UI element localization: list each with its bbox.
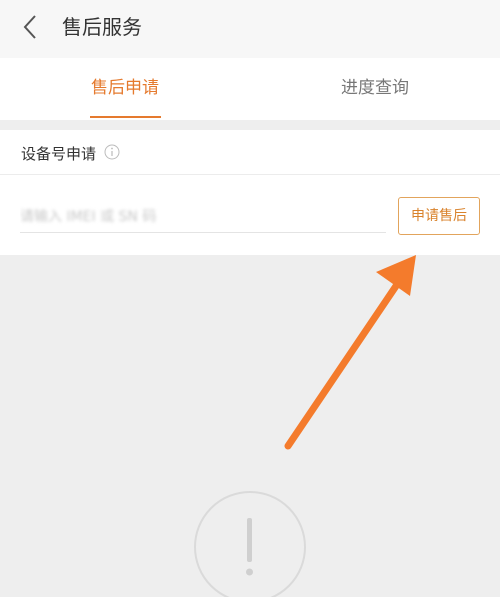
exclamation-circle-icon: [194, 491, 306, 597]
